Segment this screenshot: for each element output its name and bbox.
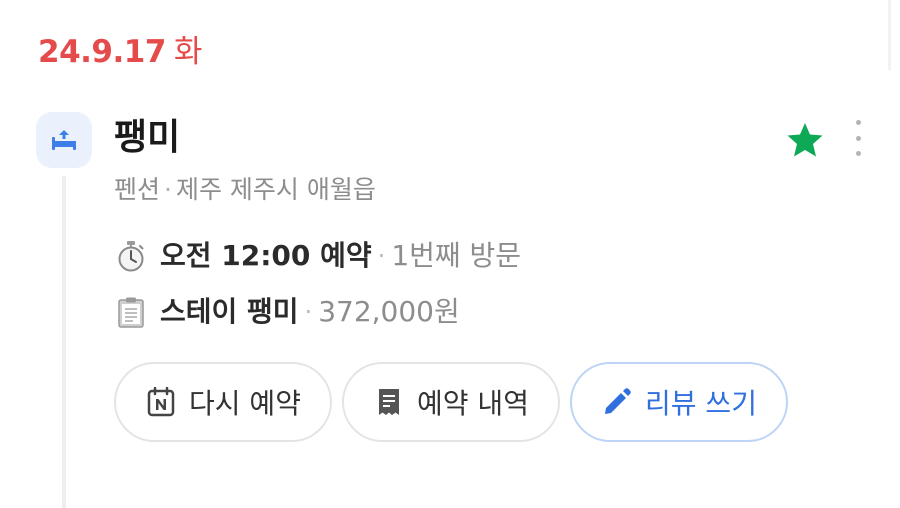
price: 372,000원 xyxy=(318,295,460,328)
stopwatch-icon xyxy=(114,239,148,273)
date-header: 24.9.17 화 xyxy=(38,30,202,74)
place-name[interactable]: 팽미 xyxy=(114,114,180,162)
date-text: 24.9.17 xyxy=(38,34,166,70)
naver-calendar-icon xyxy=(145,386,177,418)
place-category: 펜션 xyxy=(114,175,161,204)
star-icon[interactable] xyxy=(785,120,825,160)
bed-icon xyxy=(36,112,92,168)
visit-count: 1번째 방문 xyxy=(391,239,522,272)
product-row: 스테이 팽미 · 372,000원 xyxy=(114,292,460,332)
reservation-history-button[interactable]: 예약 내역 xyxy=(342,362,560,442)
visit-history-card: 24.9.17 화 팽미 펜션 · 제주 제주시 애월읍 오전 12:00 예약… xyxy=(0,0,900,508)
rebook-label: 다시 예약 xyxy=(189,387,301,420)
reservation-time-row: 오전 12:00 예약 · 1번째 방문 xyxy=(114,236,521,276)
write-review-label: 리뷰 쓰기 xyxy=(645,387,757,420)
separator-dot: · xyxy=(164,175,172,204)
clipboard-icon xyxy=(114,295,148,329)
write-review-button[interactable]: 리뷰 쓰기 xyxy=(570,362,788,442)
separator-dot: · xyxy=(377,242,386,270)
pencil-icon xyxy=(601,386,633,418)
divider xyxy=(888,0,891,70)
product-name: 스테이 팽미 xyxy=(160,295,299,328)
reservation-time: 오전 12:00 예약 xyxy=(160,239,372,272)
timeline-line xyxy=(62,176,66,508)
place-location: 제주 제주시 애월읍 xyxy=(175,175,376,204)
separator-dot: · xyxy=(304,298,313,326)
reservation-history-label: 예약 내역 xyxy=(417,387,529,420)
more-vertical-icon[interactable] xyxy=(846,118,870,158)
rebook-button[interactable]: 다시 예약 xyxy=(114,362,332,442)
receipt-icon xyxy=(373,386,405,418)
place-subtitle: 펜션 · 제주 제주시 애월읍 xyxy=(114,172,376,208)
weekday-text: 화 xyxy=(173,34,203,70)
